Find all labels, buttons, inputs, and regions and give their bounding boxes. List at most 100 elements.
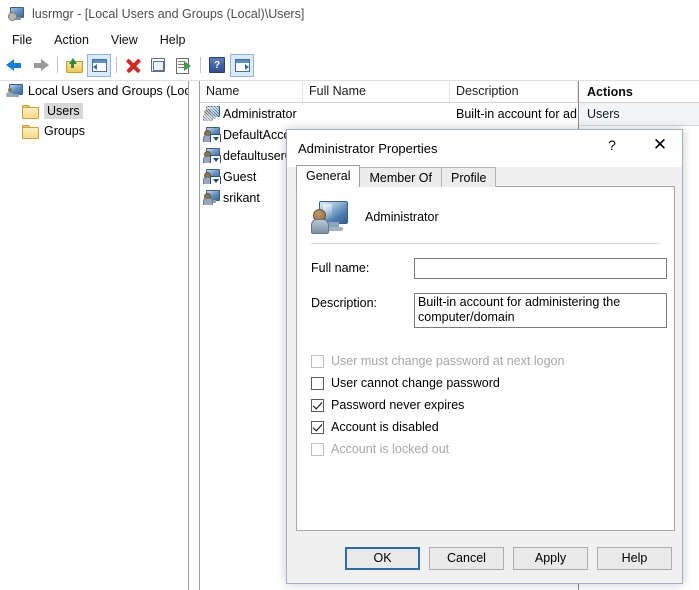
toolbar-separator-3 xyxy=(200,57,201,73)
column-header-description[interactable]: Description xyxy=(450,81,578,102)
user-name-text: DefaultAcco xyxy=(223,127,291,142)
user-name-text: defaultuser0 xyxy=(223,148,292,163)
close-icon[interactable]: ✕ xyxy=(640,130,680,160)
full-name-input[interactable] xyxy=(414,258,667,279)
checkbox-box xyxy=(311,398,324,412)
account-name-label: Administrator xyxy=(365,210,439,224)
user-disabled-arrow-icon xyxy=(203,148,221,163)
apply-button[interactable]: Apply xyxy=(513,546,588,570)
delete-red-x-icon xyxy=(125,58,141,73)
tab-general[interactable]: General xyxy=(296,165,361,187)
user-disabled-arrow-icon xyxy=(203,127,221,142)
menu-action[interactable]: Action xyxy=(50,31,99,49)
tree-item-label: Local Users and Groups (Local) xyxy=(28,84,188,98)
divider xyxy=(311,243,660,244)
toolbar-delete-button[interactable] xyxy=(121,54,145,77)
toolbar-show-hide-action-pane-button[interactable] xyxy=(230,53,254,77)
checkbox-label: Account is locked out xyxy=(331,442,450,456)
dialog-title: Administrator Properties xyxy=(298,141,438,156)
user-disabled-dither-icon xyxy=(203,106,220,121)
dialog-titlebar: Administrator Properties ? ✕ xyxy=(287,130,682,167)
toolbar-forward-button[interactable] xyxy=(28,54,52,77)
show-hide-console-tree-icon xyxy=(91,58,107,72)
tree-item-users[interactable]: Users xyxy=(0,101,188,121)
folder-icon xyxy=(22,124,39,139)
list-column-headers: Name Full Name Description xyxy=(200,81,578,103)
checkbox-label: Password never expires xyxy=(331,398,465,412)
tree-item-label: Users xyxy=(44,103,83,119)
up-one-level-icon xyxy=(66,58,83,73)
menu-help[interactable]: Help xyxy=(156,31,196,49)
dialog-tabs: General Member Of Profile xyxy=(296,165,497,187)
checkbox-label: User cannot change password xyxy=(331,376,500,390)
checkbox-user-must-change-password[interactable]: User must change password at next logon xyxy=(311,350,674,372)
properties-icon xyxy=(151,58,165,72)
user-name-text: srikant xyxy=(223,190,260,205)
show-hide-action-pane-icon xyxy=(234,58,250,72)
tab-member-of[interactable]: Member Of xyxy=(359,167,442,187)
forward-arrow-icon xyxy=(31,58,49,72)
cell-name: Administrator xyxy=(200,106,303,121)
toolbar-back-button[interactable] xyxy=(3,54,27,77)
account-options-list: User must change password at next logon … xyxy=(297,350,674,460)
account-header: Administrator xyxy=(297,187,674,237)
mmc-console-icon xyxy=(8,6,24,22)
administrator-properties-dialog: Administrator Properties ? ✕ General Mem… xyxy=(286,129,683,584)
pane-splitter[interactable] xyxy=(188,81,200,590)
checkbox-account-is-disabled[interactable]: Account is disabled xyxy=(311,416,674,438)
help-question-icon: ? xyxy=(209,57,225,73)
toolbar-separator-1 xyxy=(57,57,58,73)
folder-icon xyxy=(22,104,39,119)
cell-description: Built-in account for ad xyxy=(456,106,577,121)
menu-file[interactable]: File xyxy=(8,31,42,49)
toolbar-separator-2 xyxy=(116,57,117,73)
user-name-text: Guest xyxy=(223,169,257,184)
user-account-icon xyxy=(311,201,348,234)
tab-profile[interactable]: Profile xyxy=(441,167,497,187)
console-tree-pane: Local Users and Groups (Local) Users Gro… xyxy=(0,81,188,590)
menu-view[interactable]: View xyxy=(107,31,148,49)
description-label: Description: xyxy=(311,296,377,310)
full-name-label: Full name: xyxy=(311,261,370,275)
export-list-icon xyxy=(176,58,191,74)
checkbox-box xyxy=(311,442,324,456)
toolbar: ? xyxy=(0,52,699,78)
description-input[interactable]: Built-in account for administering the c… xyxy=(414,293,667,328)
checkbox-label: User must change password at next logon xyxy=(331,354,565,368)
dialog-help-button[interactable]: ? xyxy=(598,130,626,160)
description-field-row: Description: Built-in account for admini… xyxy=(297,293,674,328)
checkbox-box xyxy=(311,376,324,390)
ok-button[interactable]: OK xyxy=(345,546,420,570)
toolbar-export-list-button[interactable] xyxy=(171,54,195,77)
column-header-full-name[interactable]: Full Name xyxy=(303,81,450,102)
full-name-field-row: Full name: xyxy=(297,258,674,279)
toolbar-properties-button[interactable] xyxy=(146,54,170,77)
table-row[interactable]: Administrator Built-in account for ad xyxy=(200,103,578,124)
dialog-button-bar: OK Cancel Apply Help xyxy=(287,533,682,583)
toolbar-show-hide-tree-button[interactable] xyxy=(87,53,111,77)
checkbox-account-is-locked-out[interactable]: Account is locked out xyxy=(311,438,674,460)
tree-item-local-users-and-groups[interactable]: Local Users and Groups (Local) xyxy=(0,81,188,101)
dialog-general-tab-panel: Administrator Full name: Description: Bu… xyxy=(296,186,675,531)
user-icon xyxy=(203,190,220,205)
checkbox-box xyxy=(311,420,324,434)
checkbox-label: Account is disabled xyxy=(331,420,439,434)
toolbar-up-one-level-button[interactable] xyxy=(62,54,86,77)
tree-item-label: Groups xyxy=(44,124,85,138)
actions-pane-title: Actions xyxy=(579,81,699,103)
toolbar-help-button[interactable]: ? xyxy=(205,54,229,77)
window-title: lusrmgr - [Local Users and Groups (Local… xyxy=(32,7,305,21)
checkbox-password-never-expires[interactable]: Password never expires xyxy=(311,394,674,416)
back-arrow-icon xyxy=(6,58,24,72)
user-name-text: Administrator xyxy=(223,106,297,121)
tree-item-groups[interactable]: Groups xyxy=(0,121,188,141)
window-titlebar: lusrmgr - [Local Users and Groups (Local… xyxy=(0,0,699,28)
checkbox-box xyxy=(311,354,324,368)
actions-pane-subtitle[interactable]: Users xyxy=(579,103,699,126)
computer-user-icon xyxy=(6,84,23,98)
cancel-button[interactable]: Cancel xyxy=(429,546,504,570)
user-disabled-arrow-icon xyxy=(203,169,221,184)
checkbox-user-cannot-change-password[interactable]: User cannot change password xyxy=(311,372,674,394)
column-header-name[interactable]: Name xyxy=(200,81,303,102)
help-button[interactable]: Help xyxy=(597,546,672,570)
